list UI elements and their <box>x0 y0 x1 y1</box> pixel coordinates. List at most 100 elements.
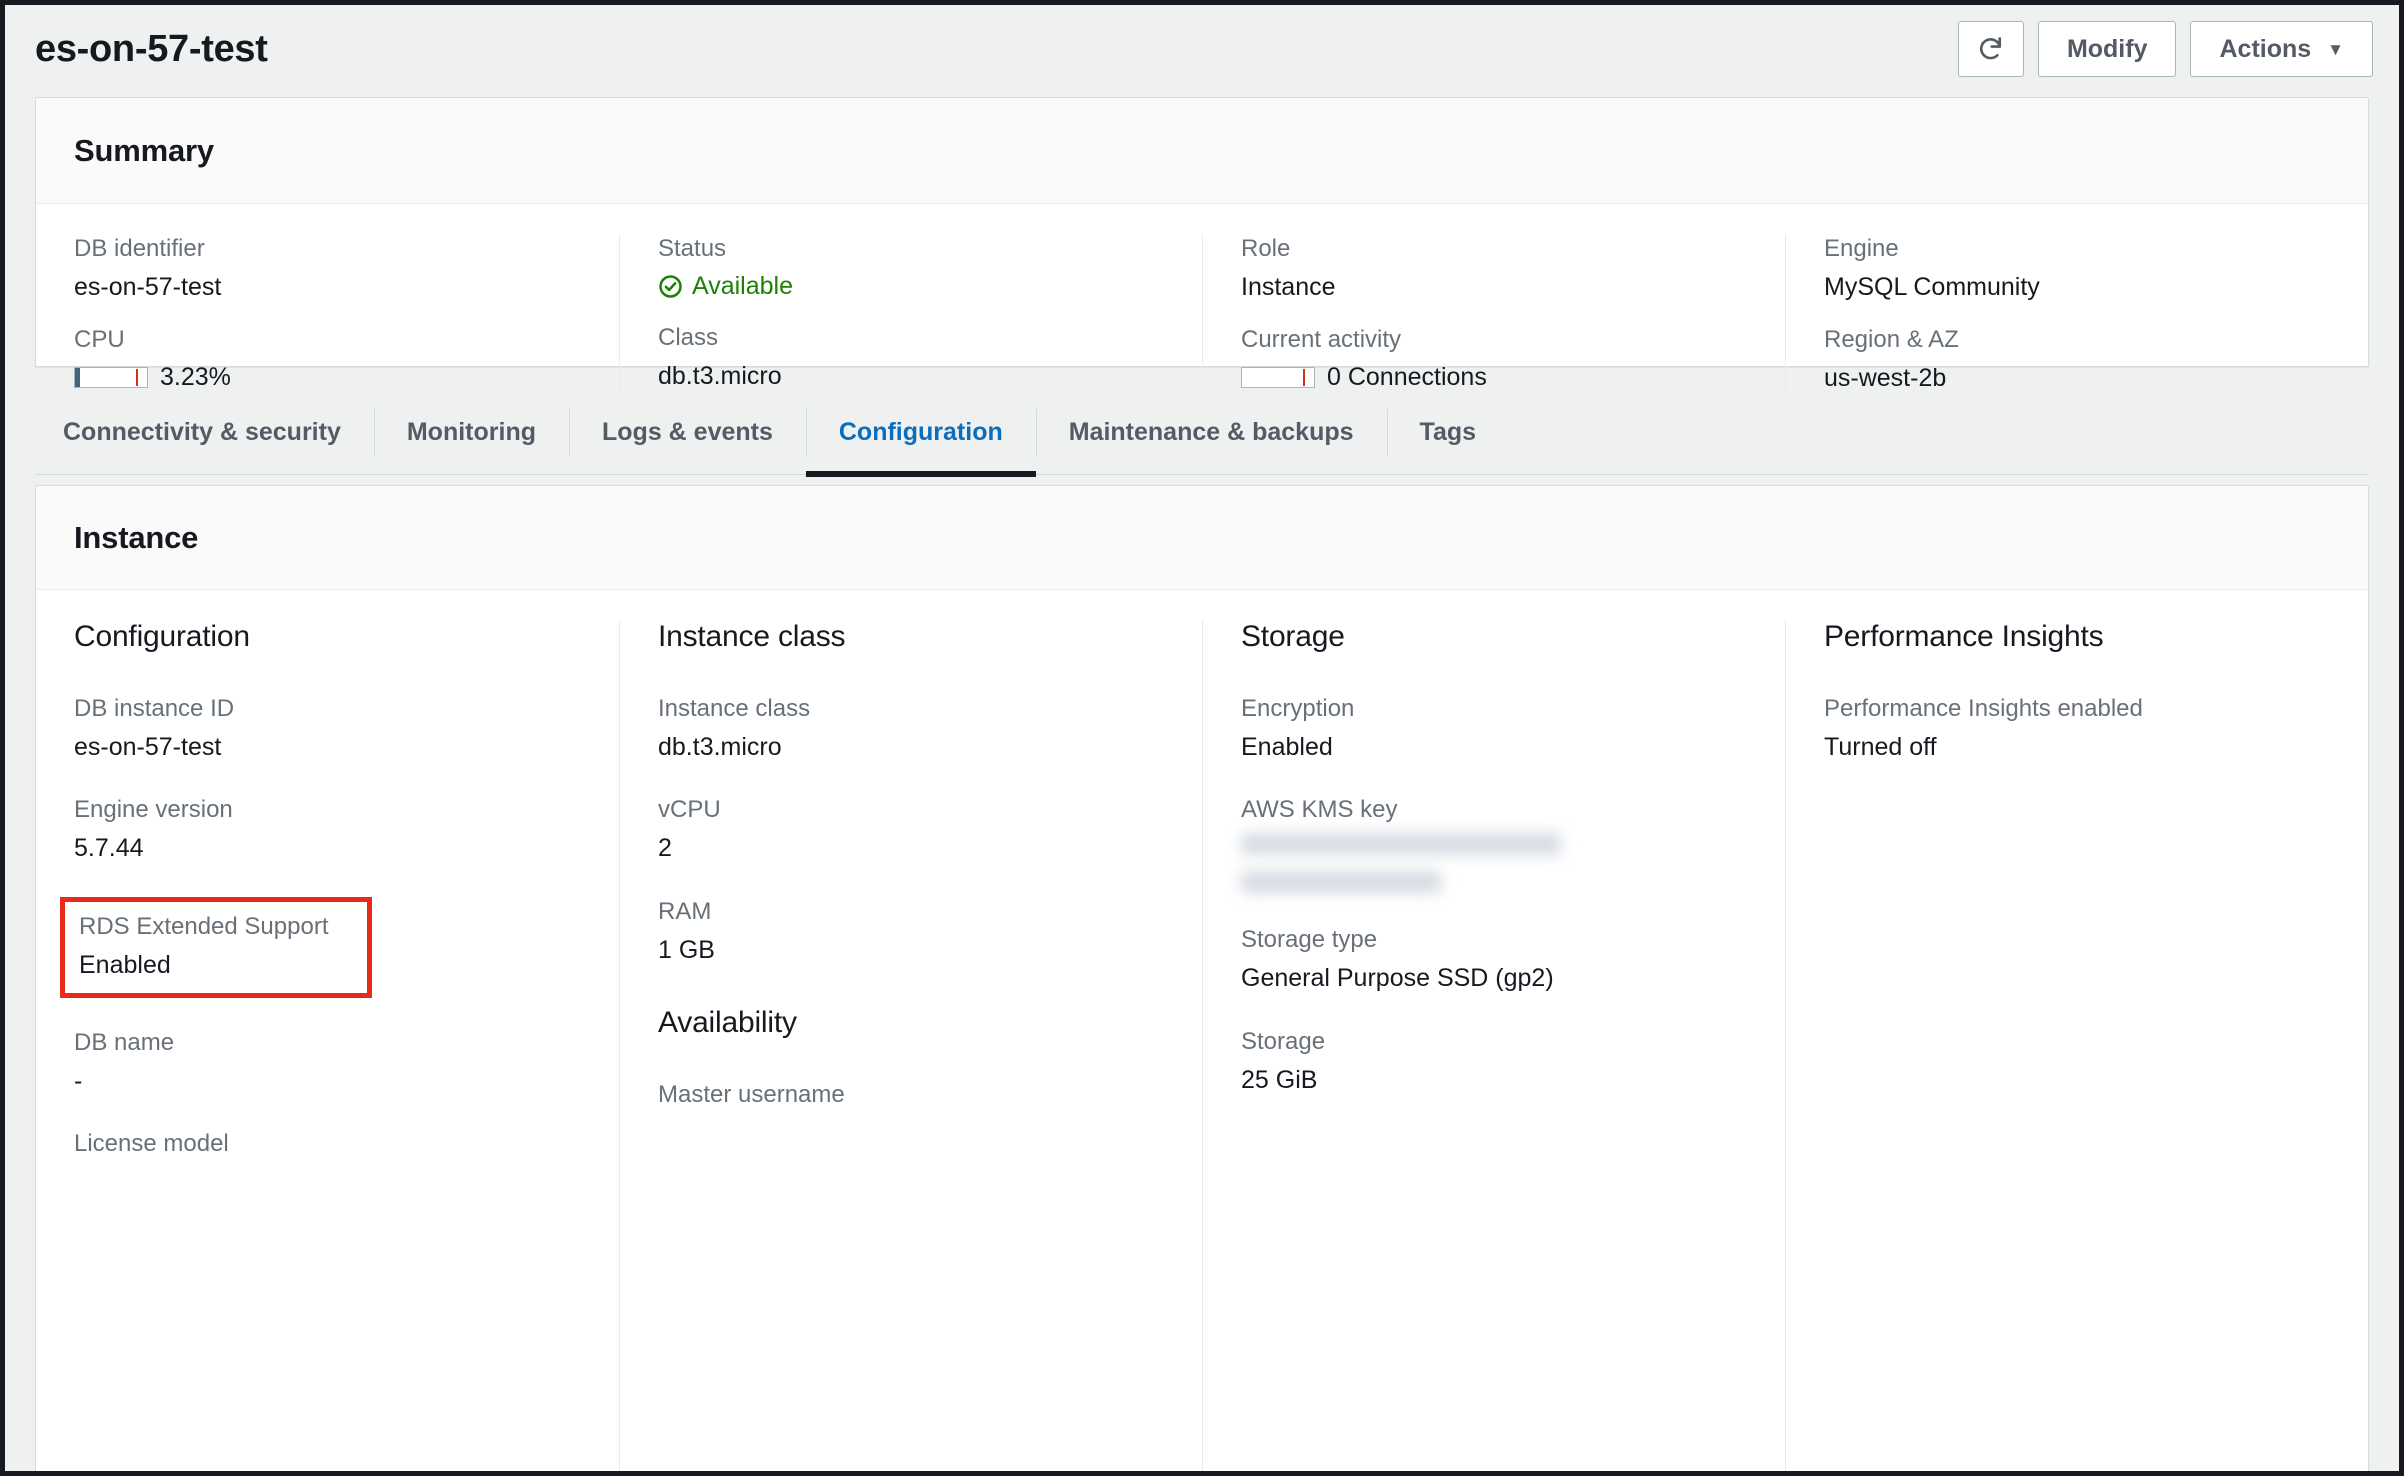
instance-title: Instance <box>74 519 199 555</box>
rds-instance-detail-page: es-on-57-test Modify Actions ▼ Summary D… <box>0 0 2404 1476</box>
activity-meter-threshold <box>1303 369 1306 387</box>
activity-meter-line: 0 Connections <box>1241 363 1747 392</box>
field-value: us-west-2b <box>1824 364 1947 393</box>
field-rds-extended-support: RDS Extended Support Enabled <box>79 912 353 981</box>
summary-card-body: DB identifier es-on-57-test CPU 3.23% St… <box>36 204 2368 395</box>
field-aws-kms-key: AWS KMS key <box>1241 795 1747 894</box>
availability-subsection-title: Availability <box>658 1005 797 1039</box>
tab-label: Monitoring <box>406 418 536 446</box>
field-value: General Purpose SSD (gp2) <box>1241 964 1554 993</box>
page-header: es-on-57-test Modify Actions ▼ <box>5 5 2399 93</box>
field-label: Master username <box>658 1080 845 1108</box>
instance-class-subsection-title: Instance class <box>658 620 846 653</box>
tab-bar: Connectivity & security Monitoring Logs … <box>35 391 2369 477</box>
tab-tags[interactable]: Tags <box>1386 391 1510 474</box>
field-db-name: DB name - <box>74 1028 581 1097</box>
tab-connectivity-security[interactable]: Connectivity & security <box>35 391 374 474</box>
instance-card-header: Instance <box>36 486 2368 590</box>
field-role: Role Instance <box>1241 234 1747 303</box>
instance-grid: Configuration DB instance ID es-on-57-te… <box>36 590 2368 1471</box>
field-label: Encryption <box>1241 695 1355 722</box>
tab-monitoring[interactable]: Monitoring <box>373 391 569 474</box>
tab-maintenance-backups[interactable]: Maintenance & backups <box>1035 391 1387 474</box>
check-circle-icon <box>658 274 683 299</box>
performance-insights-column: Performance Insights Performance Insight… <box>1785 620 2368 1471</box>
field-vcpu: vCPU 2 <box>658 795 1164 864</box>
field-label: Status <box>658 235 727 262</box>
field-label: Engine version <box>74 796 233 824</box>
field-value: MySQL Community <box>1824 273 2040 301</box>
field-label: Class <box>658 324 719 351</box>
field-db-identifier: DB identifier es-on-57-test <box>74 234 581 303</box>
refresh-button[interactable] <box>1957 21 2024 77</box>
field-label: Current activity <box>1241 326 1402 354</box>
field-master-username: Master username <box>658 1080 1164 1110</box>
field-label: AWS KMS key <box>1241 796 1398 824</box>
performance-insights-subsection-title: Performance Insights <box>1824 620 2104 653</box>
modify-button-label: Modify <box>2066 34 2148 63</box>
field-ram: RAM 1 GB <box>658 897 1164 966</box>
summary-title: Summary <box>74 132 214 168</box>
field-value: Turned off <box>1824 733 1937 761</box>
actions-button-label: Actions <box>2219 34 2312 63</box>
field-cpu: CPU 3.23% <box>74 325 581 392</box>
field-label: RAM <box>658 897 712 925</box>
field-value: 25 GiB <box>1241 1065 1318 1094</box>
summary-column-1: DB identifier es-on-57-test CPU 3.23% <box>36 234 619 395</box>
field-label: License model <box>74 1130 229 1157</box>
tab-label: Logs & events <box>602 418 773 446</box>
field-performance-insights-enabled: Performance Insights enabled Turned off <box>1824 694 2330 763</box>
modify-button[interactable]: Modify <box>2037 21 2177 77</box>
field-value: Enabled <box>1241 733 1333 761</box>
field-value: 2 <box>658 834 672 863</box>
tab-logs-events[interactable]: Logs & events <box>569 391 806 474</box>
activity-meter <box>1241 367 1315 389</box>
tab-label: Connectivity & security <box>63 418 341 446</box>
field-label: Role <box>1241 235 1291 262</box>
header-actions: Modify Actions ▼ <box>1957 21 2373 77</box>
configuration-subsection-title: Configuration <box>74 620 250 653</box>
cpu-meter-fill <box>75 368 81 388</box>
instance-class-column: Instance class Instance class db.t3.micr… <box>619 620 1202 1471</box>
field-storage: Storage 25 GiB <box>1241 1027 1747 1096</box>
field-region-az: Region & AZ us-west-2b <box>1824 325 2330 394</box>
summary-column-4: Engine MySQL Community Region & AZ us-we… <box>1785 234 2368 395</box>
tab-configuration[interactable]: Configuration <box>805 391 1036 477</box>
redacted-line <box>1241 833 1561 856</box>
actions-dropdown-button[interactable]: Actions ▼ <box>2190 21 2373 77</box>
field-encryption: Encryption Enabled <box>1241 694 1747 763</box>
field-engine-version: Engine version 5.7.44 <box>74 795 581 864</box>
field-label: Engine <box>1824 235 1899 262</box>
field-class: Class db.t3.micro <box>658 323 1164 392</box>
cpu-meter <box>74 367 148 389</box>
field-value: Enabled <box>79 950 171 979</box>
cpu-meter-threshold <box>136 369 139 387</box>
field-value: Instance <box>1241 273 1336 301</box>
field-db-instance-id: DB instance ID es-on-57-test <box>74 694 581 763</box>
instance-card-body: Configuration DB instance ID es-on-57-te… <box>36 590 2368 1471</box>
storage-column: Storage Encryption Enabled AWS KMS key S… <box>1202 620 1785 1471</box>
refresh-icon <box>1976 34 2006 64</box>
summary-column-2: Status Available Class db.t3.micro <box>619 234 1202 395</box>
page-title: es-on-57-test <box>35 27 268 70</box>
field-label: DB instance ID <box>74 695 235 722</box>
field-instance-class: Instance class db.t3.micro <box>658 694 1164 763</box>
field-label: Instance class <box>658 695 811 722</box>
field-current-activity: Current activity 0 Connections <box>1241 325 1747 392</box>
field-value: es-on-57-test <box>74 273 222 301</box>
field-license-model: License model <box>74 1129 581 1159</box>
tab-label: Tags <box>1419 418 1477 446</box>
status-text: Available <box>692 272 794 300</box>
tab-label: Maintenance & backups <box>1068 418 1354 446</box>
status-badge: Available <box>658 272 1164 301</box>
field-storage-type: Storage type General Purpose SSD (gp2) <box>1241 925 1747 994</box>
cpu-value: 3.23% <box>160 363 231 392</box>
field-label: RDS Extended Support <box>79 912 329 940</box>
instance-card: Instance Configuration DB instance ID es… <box>35 485 2369 1471</box>
tab-label: Configuration <box>838 418 1003 446</box>
field-value: 5.7.44 <box>74 834 144 863</box>
redacted-line <box>1241 871 1441 894</box>
field-value: es-on-57-test <box>74 733 222 761</box>
configuration-column: Configuration DB instance ID es-on-57-te… <box>36 620 619 1471</box>
kms-key-redacted-value <box>1241 833 1747 894</box>
